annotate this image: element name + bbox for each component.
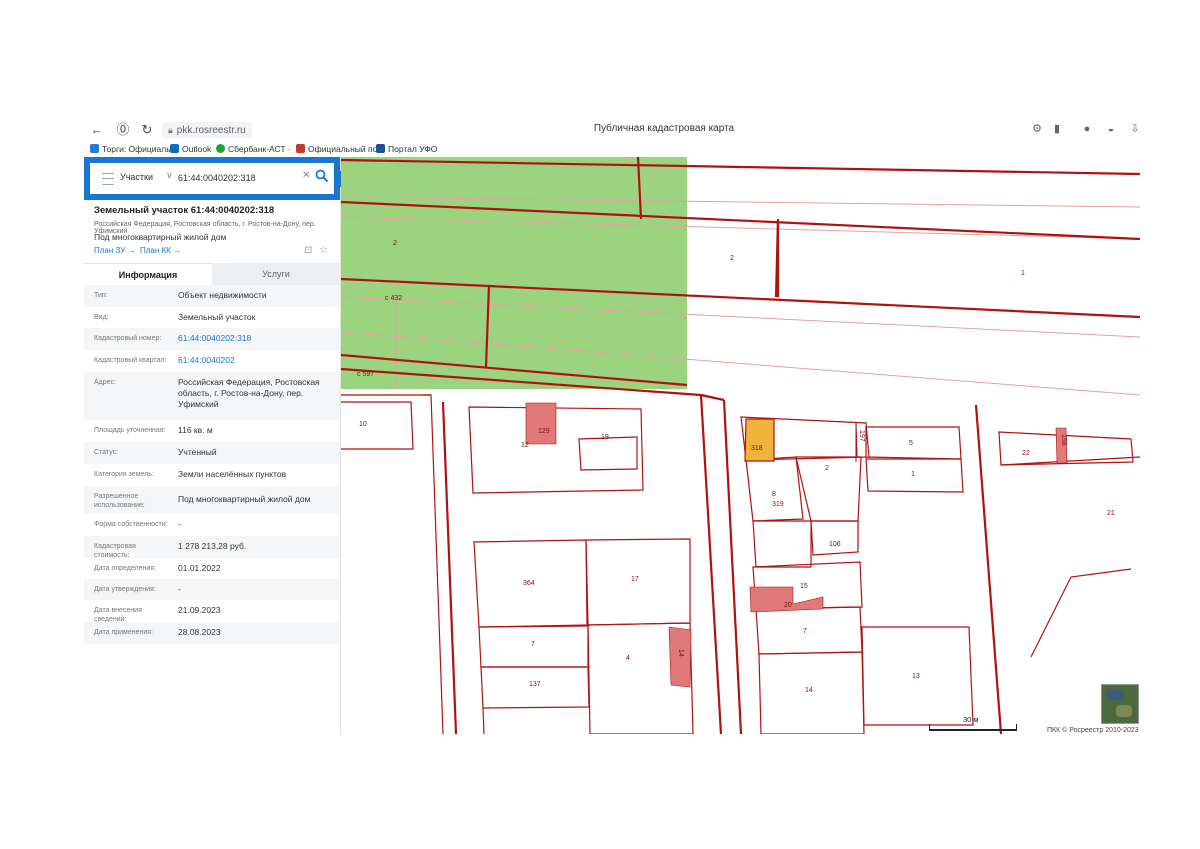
search-bar: Участки ∨ ✕	[84, 157, 340, 200]
extension-icon[interactable]: ⚙	[1030, 122, 1044, 136]
search-icon[interactable]	[315, 169, 329, 183]
parcel-label: 7	[803, 628, 807, 635]
parcel-label: с 432	[385, 295, 402, 302]
parcel-label: 10	[359, 421, 367, 428]
parcel-label: 17	[631, 576, 639, 583]
url-text: pkk.rosreestr.ru	[176, 125, 246, 136]
attr-row-status: Статус: Учтенный	[84, 442, 340, 464]
parcel-label: 5	[909, 440, 913, 447]
satellite-layer-toggle[interactable]	[1101, 684, 1139, 724]
plan-zu-link[interactable]: План ЗУ →	[94, 246, 136, 255]
satellite-water-icon	[1106, 690, 1124, 700]
parcel-label: 14	[677, 649, 684, 657]
attr-row-ownership: Форма собственности: -	[94, 519, 181, 529]
attr-row-address: Адрес: Российская Федерация, Ростовская …	[84, 372, 340, 420]
menu-icon[interactable]	[102, 173, 114, 185]
plan-kk-link[interactable]: План КК →	[140, 246, 181, 255]
parcel-label: 2	[730, 255, 734, 262]
scale-label: 30 м	[963, 715, 979, 724]
lock-icon: 🔒︎	[168, 125, 173, 135]
profile-icon[interactable]: ●	[1080, 122, 1094, 136]
attr-row-land-category: Категория земель: Земли населённых пункт…	[94, 469, 287, 479]
bookmark-icon[interactable]: ▮	[1050, 122, 1064, 136]
object-title: Земельный участок 61:44:0040202:318	[94, 205, 275, 216]
attr-row-kind: Вид: Земельный участок	[94, 312, 256, 322]
map-canvas[interactable]: 2 2 1 с 432 с 597 10 129 12 19 318 197 5…	[341, 157, 1140, 734]
parcel-label: 15	[800, 583, 808, 590]
parcel-label: 129	[538, 428, 550, 435]
page-title: Публичная кадастровая карта	[593, 123, 735, 134]
bookmark-sberbank-ast[interactable]: Сбербанк-АСТ ·	[216, 143, 291, 155]
attr-row-application-date: Дата применения: 28.08.2023	[84, 622, 340, 644]
selected-parcel[interactable]	[744, 418, 775, 462]
yandex-icon[interactable]: ⓪	[114, 121, 132, 139]
reload-icon[interactable]: ↻	[138, 121, 156, 139]
scale-bar	[929, 724, 1017, 731]
attr-row-entry-date: Дата внесения сведений: 21.09.2023	[94, 605, 221, 623]
parcel-label: 13	[912, 673, 920, 680]
parcel-label: с 597	[357, 371, 374, 378]
parcel-label: 7	[531, 641, 535, 648]
zoom-to-icon[interactable]: ⊡	[304, 245, 312, 256]
parcel-label: 12	[521, 442, 529, 449]
back-arrow-icon[interactable]: ←	[88, 121, 106, 139]
parcel-label: 318	[751, 445, 763, 452]
parcel-label: 197	[858, 430, 865, 442]
browser-toolbar: ← ⓪ ↻ 🔒︎ pkk.rosreestr.ru Публичная кадас…	[84, 118, 1140, 142]
attr-row-approval-date: Дата утверждения: -	[84, 579, 340, 600]
address-bar[interactable]: 🔒︎ pkk.rosreestr.ru	[162, 122, 252, 138]
cadastral-map[interactable]: 2 2 1 с 432 с 597 10 129 12 19 318 197 5…	[341, 157, 1140, 734]
parcel-label: 22	[1022, 450, 1030, 457]
info-panel: Участки ∨ ✕ ‹ Земельный участок 61:44:00…	[84, 157, 347, 734]
ufo-portal-icon	[376, 144, 385, 153]
tab-information[interactable]: Информация	[84, 263, 212, 286]
search-category[interactable]: Участки	[120, 172, 153, 182]
attr-row-type: Тип: Объект недвижимости	[84, 285, 340, 307]
attr-row-cadastral-number: Кадастровый номер: 61:44:0040202:318	[84, 328, 340, 350]
outlook-icon	[170, 144, 179, 153]
attr-row-permitted-use: Разрешенное использование: Под многоквар…	[84, 486, 340, 514]
parcel-label: 19	[601, 434, 609, 441]
parcel-label: 20	[784, 602, 792, 609]
bookmarks-bar: Торги: Официальн Outlook Сбербанк-АСТ · …	[84, 142, 1140, 157]
parcel-label: 4	[626, 655, 630, 662]
tab-services[interactable]: Услуги	[212, 263, 340, 285]
close-icon[interactable]: ✕	[302, 170, 310, 181]
bookmark-ufo-portal[interactable]: Портал УФО	[376, 143, 437, 155]
parcel-label: 1	[911, 471, 915, 478]
attr-row-cadastral-quarter: Кадастровый квартал: 61:44:0040202	[94, 355, 235, 365]
bookmark-outlook[interactable]: Outlook	[170, 143, 211, 155]
bookmark-torgi[interactable]: Торги: Официальн	[90, 143, 175, 155]
search-input[interactable]	[178, 170, 298, 186]
panel-tabs: Информация Услуги	[84, 263, 340, 286]
parcel-label: 14	[805, 687, 813, 694]
parcel-label: 106	[829, 541, 841, 548]
parcel-label: 319	[772, 501, 784, 508]
download-icon[interactable]: ⇩	[1128, 122, 1140, 136]
parcel-label: 1	[1021, 270, 1025, 277]
sberbank-icon	[216, 144, 225, 153]
star-icon[interactable]: ☆	[319, 245, 328, 256]
chevron-down-icon[interactable]: ∨	[166, 170, 173, 181]
parcel-label: 21	[1107, 510, 1115, 517]
bookmark-official-portal[interactable]: Официальный по	[296, 143, 377, 155]
parcel-label: 137	[529, 681, 541, 688]
attr-row-area: Площадь уточненная: 116 кв. м	[94, 425, 213, 435]
screenshot-frame: ← ⓪ ↻ 🔒︎ pkk.rosreestr.ru Публичная кадас…	[84, 118, 1140, 734]
search-box: Участки ∨ ✕	[90, 163, 334, 194]
object-use: Под многоквартирный жилой дом	[94, 232, 227, 242]
parcel-label: 2	[393, 240, 397, 247]
parcel-label: 364	[523, 580, 535, 587]
parcel-label: 8	[772, 491, 776, 498]
torgi-icon	[90, 144, 99, 153]
parcel-label: 158	[1060, 434, 1067, 446]
satellite-field-icon	[1116, 705, 1132, 717]
shield-icon[interactable]: ◒	[1104, 122, 1118, 136]
green-zone[interactable]	[341, 157, 687, 389]
parcel-label: 2	[825, 465, 829, 472]
attr-row-determination-date: Дата определения: 01.01.2022	[94, 563, 221, 573]
map-copyright: ПКК © Росреестр 2010-2023	[1047, 727, 1139, 734]
official-portal-icon	[296, 144, 305, 153]
attr-row-cadastral-value: Кадастровая стоимость: 1 278 213,28 руб.	[84, 536, 340, 559]
